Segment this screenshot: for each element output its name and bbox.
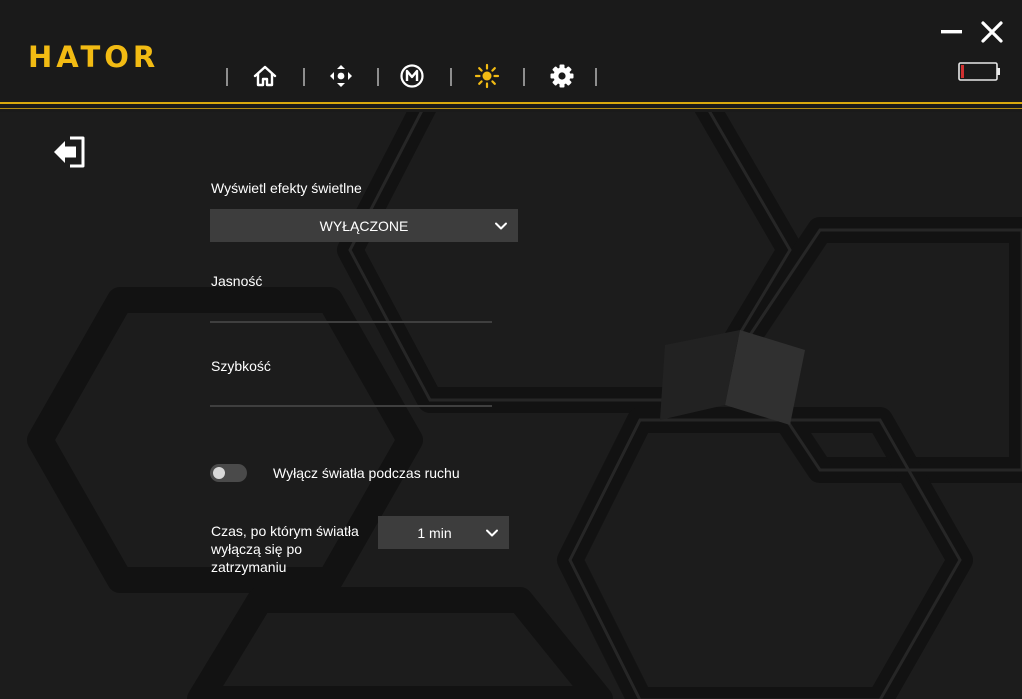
motion-lights-toggle[interactable] (210, 464, 247, 482)
dpad-icon (330, 65, 352, 87)
tab-settings[interactable] (544, 60, 580, 92)
close-icon (981, 21, 1003, 43)
tab-lighting[interactable] (469, 60, 505, 92)
chevron-down-icon (495, 222, 507, 229)
header-divider-thin (0, 108, 1022, 109)
sun-icon (474, 63, 500, 89)
timeout-label: Czas, po którym światła wyłączą się po z… (211, 523, 359, 575)
effect-dropdown[interactable]: WYŁĄCZONE (210, 209, 518, 242)
back-button[interactable] (50, 135, 88, 169)
nav-divider (595, 68, 597, 86)
brightness-slider[interactable] (210, 321, 492, 323)
battery-low-icon (958, 62, 1000, 81)
tab-dpad[interactable] (323, 60, 359, 92)
macro-m-icon (400, 64, 424, 88)
close-button[interactable] (980, 20, 1004, 44)
nav-divider (523, 68, 525, 86)
effect-dropdown-value: WYŁĄCZONE (319, 217, 409, 234)
nav-divider (450, 68, 452, 86)
tab-macro[interactable] (394, 60, 430, 92)
tab-home[interactable] (247, 60, 283, 92)
timeout-dropdown-value: 1 min (417, 524, 452, 541)
gear-icon (550, 64, 574, 88)
minimize-button[interactable] (941, 24, 963, 40)
motion-toggle-label: Wyłącz światła podczas ruchu (273, 465, 460, 481)
speed-label: Szybkość (211, 358, 271, 374)
brightness-label: Jasność (211, 273, 263, 289)
nav-divider (377, 68, 379, 86)
header-divider (0, 102, 1022, 104)
app-header: HATOR (0, 0, 1022, 112)
timeout-dropdown[interactable]: 1 min (378, 516, 509, 549)
speed-slider[interactable] (210, 405, 492, 407)
nav-divider (303, 68, 305, 86)
minimize-icon (941, 30, 962, 34)
chevron-down-icon (486, 529, 498, 536)
exit-icon (54, 136, 85, 168)
effect-label: Wyświetl efekty świetlne (211, 180, 362, 196)
brand-logo: HATOR (28, 40, 160, 74)
toggle-knob (213, 467, 225, 479)
battery-indicator (957, 61, 1003, 83)
home-icon (253, 65, 277, 87)
nav-divider (226, 68, 228, 86)
